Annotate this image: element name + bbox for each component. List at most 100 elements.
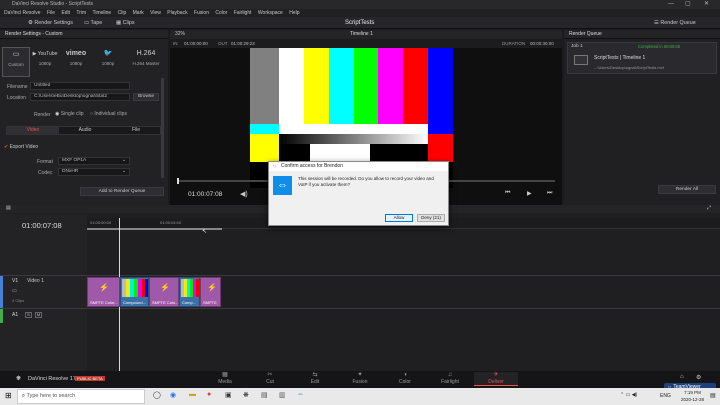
edge-icon[interactable]: ◉ <box>170 391 176 399</box>
browse-button[interactable]: Browse <box>133 93 159 101</box>
clips-toggle[interactable]: ▦ Clips <box>116 17 135 29</box>
app-icon[interactable]: ▤ <box>261 391 268 399</box>
project-title: ScriptTests <box>345 20 375 26</box>
page-color[interactable]: ◑ Color <box>389 372 421 385</box>
format-select[interactable]: MXF OP1A ⌄ <box>58 157 130 165</box>
timeline-clip[interactable]: Comp... <box>179 277 200 307</box>
menu-help[interactable]: Help <box>289 10 299 16</box>
scrubber-handle[interactable] <box>177 178 179 184</box>
tab-file[interactable]: File <box>111 127 161 134</box>
preset-custom[interactable]: ▭ Custom <box>2 47 30 77</box>
monitor-icon[interactable]: ▭ <box>12 288 17 294</box>
menu-fusion[interactable]: Fusion <box>194 10 209 16</box>
add-to-render-queue-button[interactable]: Add to Render Queue <box>80 187 164 196</box>
location-input[interactable]: C:\Users\eBu\Desktop\ognal\Stat2 <box>30 93 130 101</box>
render-all-button[interactable]: Render All <box>658 185 716 194</box>
format-tabs: Video Audio File <box>6 126 161 135</box>
render-queue-toggle[interactable]: ☰ Render Queue <box>654 17 696 29</box>
timeline-clip[interactable]: ⚡ SMPTE Colo... <box>149 277 179 307</box>
system-tray-icons[interactable]: ⌃ ▭ ◀) <box>620 392 637 398</box>
export-video-checkbox[interactable]: ✔ Export Video <box>4 144 38 150</box>
menu-workspace[interactable]: Workspace <box>258 10 283 16</box>
vimeo-icon: vimeo <box>65 50 87 57</box>
v1-track-indicator <box>0 276 3 308</box>
next-frame-icon[interactable]: ⏭ <box>547 190 552 197</box>
tape-toggle[interactable]: ▭ Tape <box>84 17 102 29</box>
previous-frame-icon[interactable]: ⏮ <box>505 190 510 197</box>
minimize-button[interactable]: — <box>668 0 674 9</box>
gear-icon[interactable]: ⚙ <box>696 374 701 381</box>
color-page-icon: ◑ <box>403 372 407 378</box>
codec-select[interactable]: DNxHR ⌄ <box>58 168 130 176</box>
menu-color[interactable]: Color <box>215 10 227 16</box>
app-icon[interactable]: ▥ <box>279 391 286 399</box>
timeline-options-icon[interactable]: ⤢ <box>707 205 711 211</box>
timeline-select[interactable]: Timeline 1 <box>350 30 373 39</box>
play-icon[interactable]: ▶ <box>527 190 532 197</box>
individual-clips-radio[interactable]: ○ Individual clips <box>90 111 127 117</box>
filename-input[interactable]: Untitled <box>30 82 130 90</box>
panel-scrollbar[interactable] <box>161 78 164 178</box>
tab-audio[interactable]: Audio <box>59 127 111 134</box>
chevron-down-icon: ⌄ <box>121 169 126 174</box>
render-settings-panel: Render Settings - Custom ▭ Custom ▶ YouT… <box>0 30 168 205</box>
preset-h264[interactable]: H.264 H.264 Master <box>128 47 164 77</box>
teamviewer-taskbar-icon[interactable]: ⇔ <box>297 391 304 398</box>
clock[interactable]: 7:19 PM 2020-12-28 <box>681 389 704 403</box>
page-edit[interactable]: ⇆ Edit <box>299 372 331 385</box>
page-media[interactable]: ▦ Media <box>209 372 241 385</box>
allow-button[interactable]: Allow <box>385 214 413 222</box>
menu-view[interactable]: View <box>150 10 161 16</box>
preset-vimeo[interactable]: vimeo 1080p <box>62 47 90 77</box>
mute-button[interactable]: M <box>35 312 42 318</box>
zoom-select[interactable]: 32% <box>175 30 185 39</box>
taskbar-search-box[interactable]: ⌕ Type here to search <box>17 389 145 404</box>
page-cut[interactable]: ✂ Cut <box>254 372 286 385</box>
app-icon[interactable]: ▣ <box>225 391 232 399</box>
file-explorer-icon[interactable]: ▬ <box>189 391 196 398</box>
page-deliver[interactable]: ✈ Deliver <box>474 372 518 386</box>
menu-playback[interactable]: Playback <box>167 10 187 16</box>
chrome-icon[interactable]: ● <box>207 391 211 398</box>
task-view-icon[interactable]: ◯ <box>153 391 161 399</box>
maximize-button[interactable]: ▢ <box>685 0 691 9</box>
menu-edit[interactable]: Edit <box>61 10 70 16</box>
a1-track-indicator <box>0 309 3 323</box>
preset-twitter[interactable]: 🐦 1080p <box>94 47 122 77</box>
tab-video[interactable]: Video <box>7 127 59 134</box>
timeline-view-icon[interactable]: ▤ <box>6 205 11 211</box>
solo-button[interactable]: S <box>25 312 32 318</box>
beta-badge: PUBLIC BETA <box>75 376 105 381</box>
notification-icon[interactable]: ▤ <box>710 392 716 399</box>
menu-mark[interactable]: Mark <box>133 10 144 16</box>
menu-davinci[interactable]: DaVinci Resolve <box>4 10 41 16</box>
single-clip-radio[interactable]: ◉ Single clip <box>55 111 84 117</box>
windows-start-icon[interactable]: ⊞ <box>5 391 12 400</box>
dialog-title-bar: ⇔ Confirm access for Brendon <box>269 162 448 171</box>
home-icon[interactable]: ⌂ <box>680 374 684 380</box>
menu-file[interactable]: File <box>47 10 55 16</box>
menu-fairlight[interactable]: Fairlight <box>234 10 252 16</box>
menu-trim[interactable]: Trim <box>76 10 86 16</box>
language-indicator[interactable]: ENG <box>660 393 671 399</box>
page-fusion[interactable]: ✦ Fusion <box>344 372 376 385</box>
job-path: ...\Users\Desktop\ognal\ScriptTests.mxf <box>594 65 664 70</box>
menu-timeline[interactable]: Timeline <box>93 10 112 16</box>
job-status: Completed in 00:00:00 <box>638 44 681 49</box>
page-fairlight[interactable]: ♫ Fairlight <box>434 372 466 385</box>
preset-youtube[interactable]: ▶ YouTube 1080p <box>31 47 59 77</box>
deny-button[interactable]: Deny (21) <box>417 214 445 222</box>
menu-clip[interactable]: Clip <box>118 10 127 16</box>
fusion-clip-icon: ⚡ <box>160 283 170 292</box>
viewer-info-bar: IN 01:00:00:00 OUT 01:00:29:23 DURATION … <box>170 39 562 48</box>
brand-name: DaVinci Resolve 17 <box>28 376 76 382</box>
timeline-clip[interactable]: ⚡ SMPTE Color... <box>87 277 120 307</box>
render-settings-toggle[interactable]: ⚙ Render Settings <box>28 17 73 29</box>
render-job-card[interactable]: Job 1 Completed in 00:00:00 ScriptTests … <box>567 42 717 74</box>
close-button[interactable]: ✕ <box>704 0 709 9</box>
timeline-clip[interactable]: ⚡ SMPTE <box>200 277 221 307</box>
timeline-clip[interactable]: Compound... <box>120 277 149 307</box>
fusion-page-icon: ✦ <box>357 372 363 378</box>
resolve-taskbar-icon[interactable]: ❋ <box>243 391 249 399</box>
audio-icon[interactable]: ◀) <box>240 190 248 198</box>
